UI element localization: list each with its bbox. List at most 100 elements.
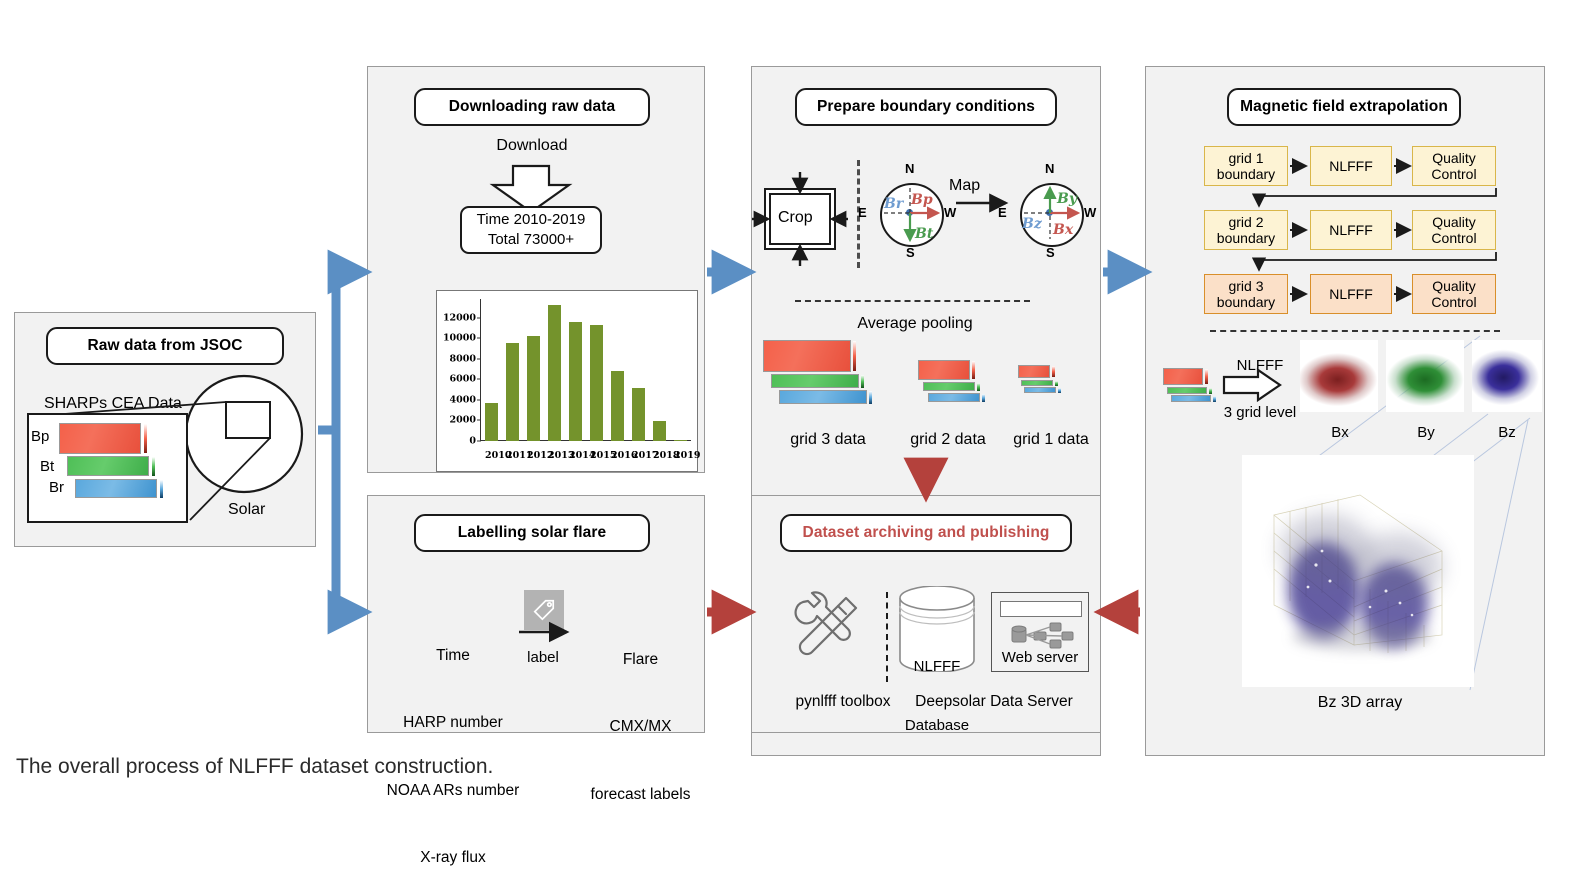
label-arrow-label: label <box>527 649 559 666</box>
chart-bars <box>481 299 691 441</box>
web-server-label: Web server <box>1001 649 1079 666</box>
compass-mapped-bx: Bx <box>1053 222 1074 238</box>
labelling-inputs: Time HARP number NOAA ARs number X-ray f… <box>378 600 528 892</box>
grid3-boundary-label: grid 3 boundary <box>1216 277 1276 310</box>
chart-y-tick-label: 4000 <box>449 394 476 406</box>
output-forecast: forecast labels <box>590 785 691 803</box>
volume-by <box>1386 340 1464 412</box>
colorbar-bt <box>152 457 155 476</box>
grid2-br <box>928 393 980 402</box>
chart-bar <box>653 420 666 441</box>
compass-mapped-bz: Bz <box>1022 216 1042 232</box>
download-summary-box: Time 2010-2019 Total 73000+ <box>460 206 602 254</box>
extrapolation-section-divider <box>1210 330 1500 332</box>
extrapolation-input-stack <box>1163 368 1219 404</box>
chart-bar <box>485 403 498 441</box>
grid1-data-stack <box>1018 365 1066 395</box>
compass-mapped-center <box>1046 209 1053 216</box>
solar-label: Solar <box>228 501 266 518</box>
chart-y-tick-mark <box>477 440 481 442</box>
panel-raw-data-header: Raw data from JSOC <box>46 327 284 365</box>
grid1-qc-box: Quality Control <box>1412 146 1496 186</box>
chart-bar <box>590 325 603 441</box>
grid3-br <box>779 390 867 404</box>
chart-x-tick-labels: 2010 2011 2012 2013 2014 2015 2016 2017 2018 2019 <box>481 450 700 461</box>
output-flare: Flare <box>622 650 659 668</box>
grid2-bt <box>923 382 975 391</box>
grid2-qc-box: Quality Control <box>1412 210 1496 250</box>
input-cbar-br <box>1213 396 1216 402</box>
band-label-bt: Bt <box>40 458 55 475</box>
grid2-data-stack <box>918 360 992 406</box>
data-server-label: Deepsolar Data Server <box>915 693 1073 710</box>
grid2-data-label: grid 2 data <box>910 431 986 448</box>
output-cmx: CMX/MX <box>609 718 672 736</box>
database-name-line2: Database <box>904 716 970 734</box>
compass-mapped-east: E <box>998 205 1007 220</box>
panel-labelling-header: Labelling solar flare <box>414 514 650 552</box>
chart-x-tick-label: 2014 <box>569 450 596 461</box>
grid3-qc-box: Quality Control <box>1412 274 1496 314</box>
grid2-nlfff-box: NLFFF <box>1310 210 1392 250</box>
grid-level-label: 3 grid level <box>1223 404 1297 421</box>
compass-source-north: N <box>905 161 915 176</box>
input-cbar-bt <box>1209 388 1212 394</box>
grid1-cbar-br <box>1058 388 1061 393</box>
chart-y-tick-label: 12000 <box>442 312 476 324</box>
chart-y-tick-mark <box>477 317 481 319</box>
average-pooling-label: Average pooling <box>857 315 973 332</box>
grid1-br <box>1024 387 1056 393</box>
grid3-cbar-bt <box>861 375 864 388</box>
input-br <box>1171 395 1211 402</box>
grid1-cbar-bt <box>1055 381 1058 386</box>
chart-y-tick-mark <box>477 337 481 339</box>
grid3-nlfff-box: NLFFF <box>1310 274 1392 314</box>
grid3-bt <box>771 374 859 388</box>
grid1-bt <box>1021 380 1053 386</box>
colorbar-bp <box>144 424 147 453</box>
figure-caption: The overall process of NLFFF dataset con… <box>16 755 494 778</box>
input-time: Time <box>436 646 470 664</box>
compass-source-south: S <box>906 245 915 260</box>
chart-x-tick-label: 2013 <box>548 450 575 461</box>
compass-source-east: E <box>858 205 867 220</box>
crop-label: Crop <box>778 209 813 226</box>
grid2-boundary-label: grid 2 boundary <box>1216 213 1276 246</box>
panel-downloading-header: Downloading raw data <box>414 88 650 126</box>
chart-y-tick-mark <box>477 419 481 421</box>
input-xray: X-ray flux <box>420 849 486 867</box>
grid3-cbar-br <box>869 391 872 404</box>
grid1-nlfff-box: NLFFF <box>1310 146 1392 186</box>
grid2-qc-label: Quality Control <box>1431 213 1477 246</box>
bz-3d-array-label: Bz 3D array <box>1317 694 1403 711</box>
panel-extrapolation-header: Magnetic field extrapolation <box>1227 88 1461 126</box>
chart-y-tick-mark <box>477 399 481 401</box>
band-label-br: Br <box>49 479 64 496</box>
compass-source-west: W <box>944 205 957 220</box>
grid2-bp <box>918 360 970 380</box>
grid1-boundary-label: grid 1 boundary <box>1216 149 1276 182</box>
download-label: Download <box>496 137 568 154</box>
sharps-image-card: Bp Bt Br <box>27 413 188 523</box>
chart-x-tick-label: 2011 <box>506 450 533 461</box>
grid1-data-label: grid 1 data <box>1013 431 1089 448</box>
grid3-nlfff-label: NLFFF <box>1329 285 1373 302</box>
chart-bar <box>527 336 540 441</box>
chart-bar <box>632 387 645 441</box>
input-bt <box>1167 387 1207 394</box>
grid2-cbar-bp <box>972 361 975 379</box>
tag-icon <box>524 590 564 630</box>
database-name-line1: NLFFF <box>913 658 961 675</box>
chart-bar <box>611 371 624 441</box>
grid2-cbar-br <box>982 394 985 402</box>
chart-bar <box>506 342 519 441</box>
colorbar-br <box>160 480 163 498</box>
input-cbar-bp <box>1205 369 1208 384</box>
panel-archiving-header: Dataset archiving and publishing <box>780 514 1072 552</box>
volume-bz <box>1472 340 1542 412</box>
compass-source-br: Br <box>884 196 904 212</box>
chart-y-tick-label: 10000 <box>442 332 476 344</box>
web-server-url-bar[interactable] <box>1000 601 1082 617</box>
grid3-data-label: grid 3 data <box>790 431 866 448</box>
labelling-outputs: Flare CMX/MX forecast labels <box>578 604 703 829</box>
